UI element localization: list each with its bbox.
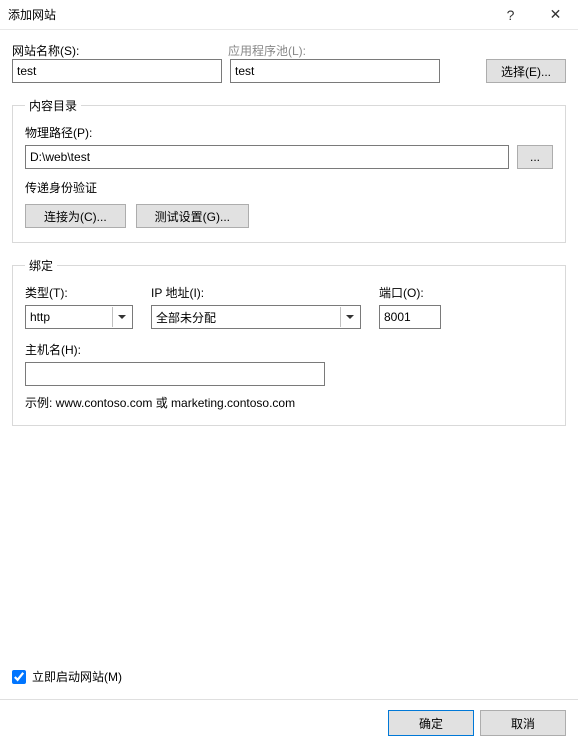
add-website-dialog: 添加网站 ? ✕ 网站名称(S): 应用程序池(L): 选择(E)... 内容目… — [0, 0, 578, 750]
cancel-button[interactable]: 取消 — [480, 710, 566, 736]
physical-path-input[interactable] — [25, 145, 509, 169]
binding-type-value: http — [30, 310, 50, 324]
hostname-input[interactable] — [25, 362, 325, 386]
window-title: 添加网站 — [8, 6, 56, 23]
passthrough-auth-label: 传递身份验证 — [25, 179, 553, 196]
binding-port-label: 端口(O): — [379, 284, 447, 301]
app-pool-label: 应用程序池(L): — [228, 42, 444, 59]
dialog-footer: 立即启动网站(M) 确定 取消 — [0, 660, 578, 750]
site-name-input[interactable] — [12, 59, 222, 83]
hostname-example: 示例: www.contoso.com 或 marketing.contoso.… — [25, 394, 553, 411]
app-pool-input — [230, 59, 440, 83]
binding-ip-value: 全部未分配 — [156, 309, 216, 326]
binding-group: 绑定 类型(T): http IP 地址(I): 全部未分配 — [12, 257, 566, 426]
start-website-label: 立即启动网站(M) — [32, 668, 122, 685]
help-button[interactable]: ? — [488, 0, 533, 30]
physical-path-label: 物理路径(P): — [25, 124, 553, 141]
select-app-pool-button[interactable]: 选择(E)... — [486, 59, 566, 83]
close-button[interactable]: ✕ — [533, 0, 578, 30]
binding-type-combo[interactable]: http — [25, 305, 133, 329]
site-name-label: 网站名称(S): — [12, 42, 228, 59]
binding-type-label: 类型(T): — [25, 284, 133, 301]
chevron-down-icon — [112, 307, 130, 327]
content-directory-group: 内容目录 物理路径(P): ... 传递身份验证 连接为(C)... 测试设置(… — [12, 97, 566, 243]
titlebar: 添加网站 ? ✕ — [0, 0, 578, 30]
binding-ip-label: IP 地址(I): — [151, 284, 361, 301]
hostname-label: 主机名(H): — [25, 341, 553, 358]
connect-as-button[interactable]: 连接为(C)... — [25, 204, 126, 228]
binding-port-input[interactable] — [379, 305, 441, 329]
start-website-checkbox[interactable] — [12, 670, 26, 684]
content-directory-legend: 内容目录 — [25, 97, 81, 114]
binding-legend: 绑定 — [25, 257, 57, 274]
chevron-down-icon — [340, 307, 358, 327]
binding-ip-combo[interactable]: 全部未分配 — [151, 305, 361, 329]
browse-path-button[interactable]: ... — [517, 145, 553, 169]
dialog-content: 网站名称(S): 应用程序池(L): 选择(E)... 内容目录 物理路径(P)… — [0, 30, 578, 426]
ok-button[interactable]: 确定 — [388, 710, 474, 736]
test-settings-button[interactable]: 测试设置(G)... — [136, 204, 249, 228]
